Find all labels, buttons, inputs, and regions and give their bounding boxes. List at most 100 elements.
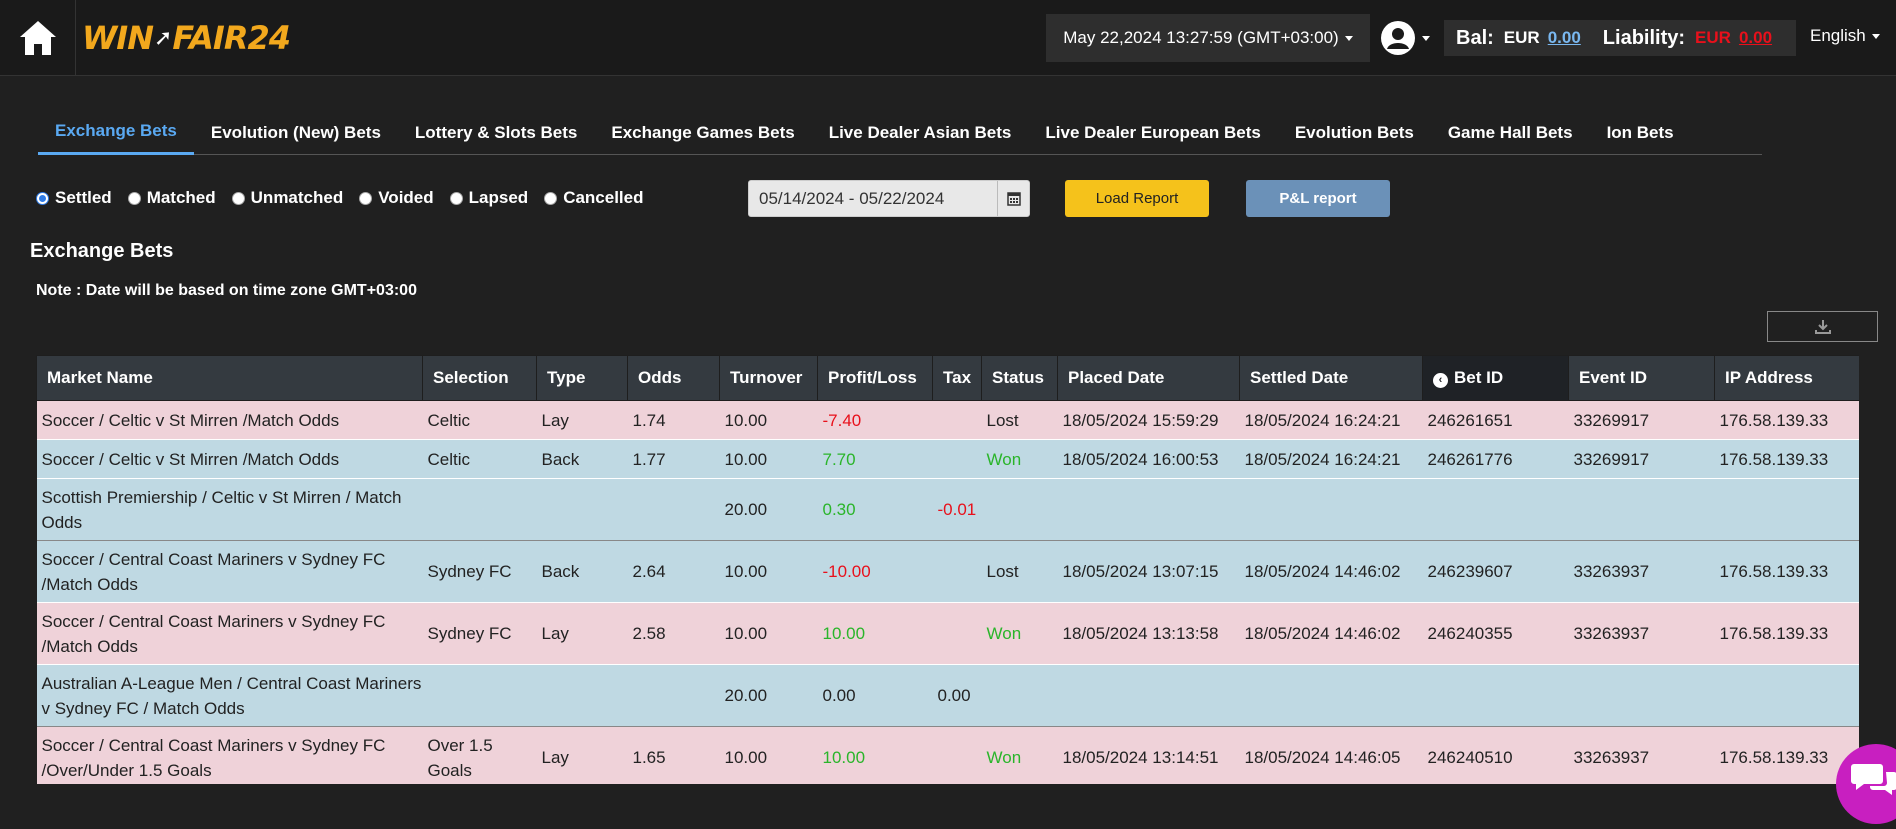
cell-placed-date: 18/05/2024 15:59:29 bbox=[1057, 400, 1240, 440]
cell-turnover: 10.00 bbox=[719, 726, 818, 784]
logo-arrow-icon: ➚ bbox=[153, 25, 172, 51]
calendar-button[interactable] bbox=[997, 181, 1029, 216]
date-range-picker[interactable]: 05/14/2024 - 05/22/2024 bbox=[748, 180, 1030, 217]
col-placed-date[interactable]: Placed Date bbox=[1057, 355, 1240, 401]
load-report-button[interactable]: Load Report bbox=[1065, 180, 1209, 217]
cell-placed-date: 18/05/2024 13:14:51 bbox=[1057, 726, 1240, 784]
col-event-id[interactable]: Event ID bbox=[1568, 355, 1715, 401]
home-button[interactable] bbox=[0, 0, 76, 76]
language-dropdown[interactable]: English bbox=[1810, 26, 1880, 46]
tab-live-dealer-asian-bets[interactable]: Live Dealer Asian Bets bbox=[812, 110, 1029, 155]
radio-button[interactable] bbox=[359, 191, 373, 205]
cell-ip-address: 176.58.139.33 bbox=[1714, 540, 1859, 603]
cell-turnover: 10.00 bbox=[719, 400, 818, 440]
tab-ion-bets[interactable]: Ion Bets bbox=[1590, 110, 1691, 155]
radio-label: Voided bbox=[378, 188, 434, 207]
cell-profit-loss: 0.00 bbox=[817, 664, 933, 727]
radio-lapsed[interactable]: Lapsed bbox=[449, 188, 529, 208]
cell-ip-address: 176.58.139.33 bbox=[1714, 439, 1859, 479]
col-tax[interactable]: Tax bbox=[932, 355, 982, 401]
col-turnover[interactable]: Turnover bbox=[719, 355, 818, 401]
pl-report-button[interactable]: P&L report bbox=[1246, 180, 1390, 217]
cell-market-name: Soccer / Central Coast Mariners v Sydney… bbox=[36, 602, 423, 665]
cell-tax: -0.01 bbox=[932, 478, 982, 541]
tab-game-hall-bets[interactable]: Game Hall Bets bbox=[1431, 110, 1590, 155]
cell-profit-loss: 7.70 bbox=[817, 439, 933, 479]
liability-label: Liability: bbox=[1602, 26, 1686, 49]
bet-tabs: Exchange Bets Evolution (New) Bets Lotte… bbox=[38, 110, 1762, 155]
language-label: English bbox=[1810, 26, 1866, 45]
cell-odds bbox=[627, 478, 720, 541]
cell-market-name: Soccer / Celtic v St Mirren /Match Odds bbox=[36, 400, 423, 440]
cell-profit-loss: 10.00 bbox=[817, 726, 933, 784]
top-header: WIN ➚ FAIR24 May 22,2024 13:27:59 (GMT+03:… bbox=[0, 0, 1896, 76]
cell-settled-date: 18/05/2024 14:46:02 bbox=[1239, 602, 1423, 665]
download-button[interactable] bbox=[1767, 311, 1878, 342]
radio-label: Settled bbox=[55, 188, 112, 207]
col-type[interactable]: Type bbox=[536, 355, 628, 401]
tab-exchange-games-bets[interactable]: Exchange Games Bets bbox=[594, 110, 811, 155]
cell-ip-address bbox=[1714, 478, 1859, 541]
col-bet-id[interactable]: ‹ Bet ID bbox=[1422, 355, 1569, 401]
balance-label: Bal: bbox=[1456, 26, 1494, 49]
cell-status: Lost bbox=[981, 400, 1058, 440]
table-row: Soccer / Central Coast Mariners v Sydney… bbox=[36, 540, 1859, 603]
cell-bet-id bbox=[1422, 664, 1569, 727]
tab-evolution-bets[interactable]: Evolution Bets bbox=[1278, 110, 1431, 155]
cell-odds: 2.64 bbox=[627, 540, 720, 603]
cell-type: Lay bbox=[536, 726, 628, 784]
tab-evolution-new-bets[interactable]: Evolution (New) Bets bbox=[194, 110, 398, 155]
cell-odds bbox=[627, 664, 720, 727]
chat-widget-button[interactable] bbox=[1836, 744, 1896, 824]
tab-live-dealer-european-bets[interactable]: Live Dealer European Bets bbox=[1028, 110, 1277, 155]
sort-icon: ‹ bbox=[1433, 373, 1448, 388]
radio-button[interactable] bbox=[231, 191, 245, 205]
col-ip-address[interactable]: IP Address bbox=[1714, 355, 1859, 401]
col-odds[interactable]: Odds bbox=[627, 355, 720, 401]
col-status[interactable]: Status bbox=[981, 355, 1058, 401]
cell-placed-date: 18/05/2024 13:13:58 bbox=[1057, 602, 1240, 665]
balance-value[interactable]: 0.00 bbox=[1548, 28, 1581, 48]
cell-selection: Sydney FC bbox=[422, 540, 537, 603]
tab-exchange-bets[interactable]: Exchange Bets bbox=[38, 110, 194, 155]
calendar-icon bbox=[1006, 192, 1021, 206]
status-filters: Settled Matched Unmatched Voided Lapsed … bbox=[36, 180, 660, 216]
datetime-text: May 22,2024 13:27:59 (GMT+03:00) bbox=[1063, 28, 1339, 47]
tab-lottery-slots-bets[interactable]: Lottery & Slots Bets bbox=[398, 110, 594, 155]
cell-selection bbox=[422, 664, 537, 727]
cell-placed-date: 18/05/2024 13:07:15 bbox=[1057, 540, 1240, 603]
radio-button[interactable] bbox=[36, 191, 49, 205]
liability-value[interactable]: 0.00 bbox=[1739, 28, 1772, 48]
radio-button[interactable] bbox=[449, 191, 463, 205]
cell-event-id bbox=[1568, 478, 1715, 541]
radio-label: Lapsed bbox=[468, 188, 529, 207]
cell-status bbox=[981, 478, 1058, 541]
radio-voided[interactable]: Voided bbox=[359, 188, 434, 208]
col-selection[interactable]: Selection bbox=[422, 355, 537, 401]
cell-odds: 2.58 bbox=[627, 602, 720, 665]
date-range-value[interactable]: 05/14/2024 - 05/22/2024 bbox=[749, 189, 997, 209]
col-market-name[interactable]: Market Name bbox=[36, 355, 423, 401]
col-profit-loss[interactable]: Profit/Loss bbox=[817, 355, 933, 401]
table-row-total: Scottish Premiership / Celtic v St Mirre… bbox=[36, 478, 1859, 541]
radio-cancelled[interactable]: Cancelled bbox=[544, 188, 644, 208]
cell-turnover: 10.00 bbox=[719, 602, 818, 665]
radio-button[interactable] bbox=[544, 191, 558, 205]
col-settled-date[interactable]: Settled Date bbox=[1239, 355, 1423, 401]
cell-market-name: Soccer / Central Coast Mariners v Sydney… bbox=[36, 726, 423, 784]
radio-settled[interactable]: Settled bbox=[36, 188, 112, 208]
table-row: Soccer / Celtic v St Mirren /Match Odds C… bbox=[36, 439, 1859, 479]
user-menu[interactable] bbox=[1380, 17, 1430, 59]
site-logo[interactable]: WIN ➚ FAIR24 bbox=[82, 18, 291, 58]
radio-unmatched[interactable]: Unmatched bbox=[231, 188, 343, 208]
cell-tax bbox=[932, 439, 982, 479]
radio-label: Matched bbox=[146, 188, 216, 207]
datetime-dropdown[interactable]: May 22,2024 13:27:59 (GMT+03:00) bbox=[1046, 14, 1370, 62]
cell-settled-date: 18/05/2024 14:46:02 bbox=[1239, 540, 1423, 603]
cell-placed-date bbox=[1057, 478, 1240, 541]
table-header-row: Market Name Selection Type Odds Turnover… bbox=[36, 355, 1859, 401]
radio-matched[interactable]: Matched bbox=[127, 188, 216, 208]
home-icon bbox=[19, 21, 56, 55]
cell-placed-date: 18/05/2024 16:00:53 bbox=[1057, 439, 1240, 479]
radio-button[interactable] bbox=[127, 191, 141, 205]
